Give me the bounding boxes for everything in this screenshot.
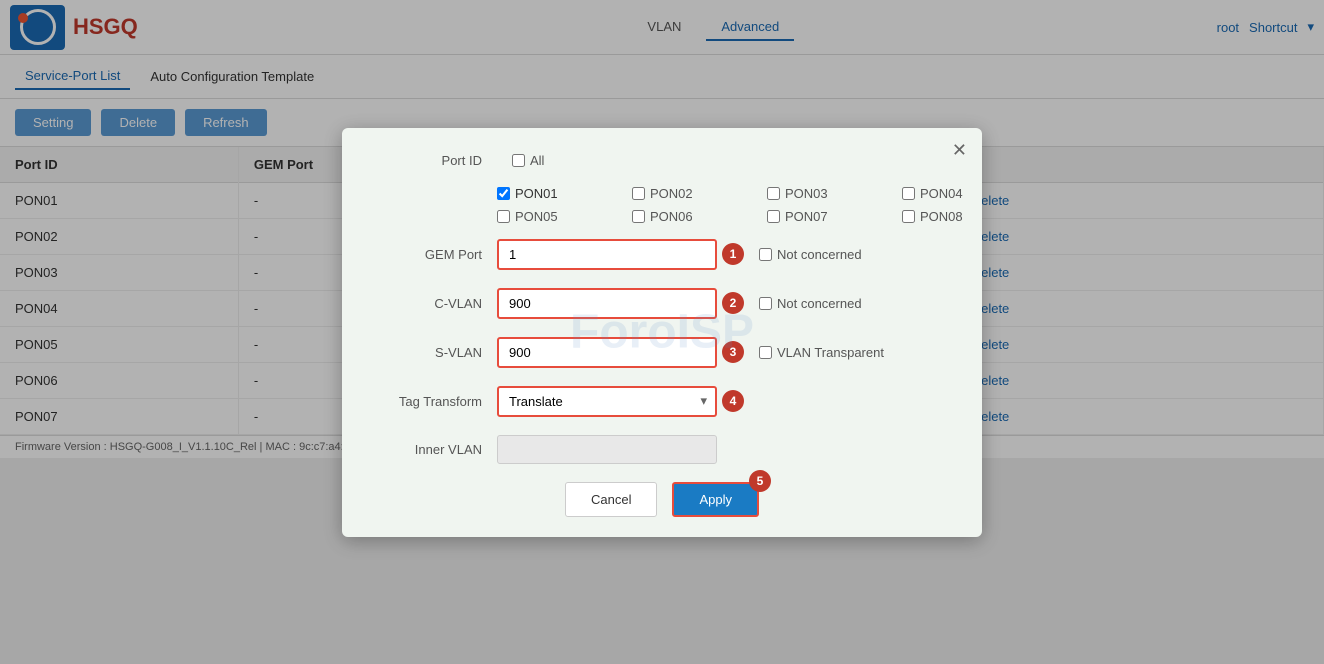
inner-vlan-row: Inner VLAN: [372, 435, 952, 464]
step-badge-2: 2: [722, 292, 744, 314]
s-vlan-input-group: 3 VLAN Transparent: [497, 337, 884, 368]
port-id-label: Port ID: [372, 153, 482, 168]
pon03-label: PON03: [785, 186, 828, 201]
pon01-label: PON01: [515, 186, 558, 201]
pon06-checkbox[interactable]: [632, 210, 645, 223]
tag-transform-row: Tag Transform Translate Add Remove Trans…: [372, 386, 952, 417]
s-vlan-label: S-VLAN: [372, 345, 482, 360]
s-vlan-transparent-label[interactable]: VLAN Transparent: [759, 345, 884, 360]
s-vlan-input[interactable]: [497, 337, 717, 368]
c-vlan-input[interactable]: [497, 288, 717, 319]
tag-transform-input-group: Translate Add Remove Transparent ▾ 4: [497, 386, 744, 417]
pon05-checkbox[interactable]: [497, 210, 510, 223]
modal-footer: Cancel Apply 5: [372, 482, 952, 517]
modal-close-button[interactable]: ✕: [952, 140, 967, 161]
c-vlan-not-concerned-text: Not concerned: [777, 296, 862, 311]
gem-port-row: GEM Port 1 Not concerned: [372, 239, 952, 270]
apply-wrapper: Apply 5: [672, 482, 759, 517]
inner-vlan-input[interactable]: [497, 435, 717, 464]
pon01-item[interactable]: PON01: [497, 186, 627, 201]
step-badge-5: 5: [749, 470, 771, 492]
pon03-item[interactable]: PON03: [767, 186, 897, 201]
pon02-item[interactable]: PON02: [632, 186, 762, 201]
step-badge-1: 1: [722, 243, 744, 265]
pon08-checkbox[interactable]: [902, 210, 915, 223]
inner-vlan-label: Inner VLAN: [372, 442, 482, 457]
pon07-item[interactable]: PON07: [767, 209, 897, 224]
tag-transform-select[interactable]: Translate Add Remove Transparent: [497, 386, 717, 417]
all-checkbox[interactable]: [512, 154, 525, 167]
gem-port-not-concerned-label[interactable]: Not concerned: [759, 247, 862, 262]
pon-row-1: PON01 PON02 PON03 PON04: [497, 186, 1077, 201]
c-vlan-row: C-VLAN 2 Not concerned: [372, 288, 952, 319]
pon04-checkbox[interactable]: [902, 187, 915, 200]
all-checkbox-label[interactable]: All: [512, 153, 544, 168]
s-vlan-transparent-checkbox[interactable]: [759, 346, 772, 359]
pon07-label: PON07: [785, 209, 828, 224]
gem-port-input[interactable]: [497, 239, 717, 270]
pon-row-2: PON05 PON06 PON07 PON08: [497, 209, 1077, 224]
tag-transform-select-wrapper: Translate Add Remove Transparent ▾: [497, 386, 717, 417]
gem-port-not-concerned-checkbox[interactable]: [759, 248, 772, 261]
port-id-section: Port ID All: [372, 153, 952, 168]
s-vlan-transparent-text: VLAN Transparent: [777, 345, 884, 360]
pon01-checkbox[interactable]: [497, 187, 510, 200]
cancel-button[interactable]: Cancel: [565, 482, 657, 517]
pon03-checkbox[interactable]: [767, 187, 780, 200]
c-vlan-input-group: 2 Not concerned: [497, 288, 862, 319]
c-vlan-label: C-VLAN: [372, 296, 482, 311]
pon08-item[interactable]: PON08: [902, 209, 1032, 224]
pon05-label: PON05: [515, 209, 558, 224]
pon02-checkbox[interactable]: [632, 187, 645, 200]
tag-transform-label: Tag Transform: [372, 394, 482, 409]
apply-button[interactable]: Apply: [672, 482, 759, 517]
pon08-label: PON08: [920, 209, 963, 224]
gem-port-input-group: 1 Not concerned: [497, 239, 862, 270]
c-vlan-not-concerned-checkbox[interactable]: [759, 297, 772, 310]
modal-overlay[interactable]: ForoISP ✕ Port ID All PON01 PON02: [0, 0, 1324, 664]
step-badge-4: 4: [722, 390, 744, 412]
pon04-item[interactable]: PON04: [902, 186, 1032, 201]
pon05-item[interactable]: PON05: [497, 209, 627, 224]
all-label: All: [530, 153, 544, 168]
c-vlan-not-concerned-label[interactable]: Not concerned: [759, 296, 862, 311]
modal: ForoISP ✕ Port ID All PON01 PON02: [342, 128, 982, 537]
pon02-label: PON02: [650, 186, 693, 201]
pon04-label: PON04: [920, 186, 963, 201]
pon06-label: PON06: [650, 209, 693, 224]
gem-port-not-concerned-text: Not concerned: [777, 247, 862, 262]
pon06-item[interactable]: PON06: [632, 209, 762, 224]
pon07-checkbox[interactable]: [767, 210, 780, 223]
step-badge-3: 3: [722, 341, 744, 363]
gem-port-label: GEM Port: [372, 247, 482, 262]
s-vlan-row: S-VLAN 3 VLAN Transparent: [372, 337, 952, 368]
